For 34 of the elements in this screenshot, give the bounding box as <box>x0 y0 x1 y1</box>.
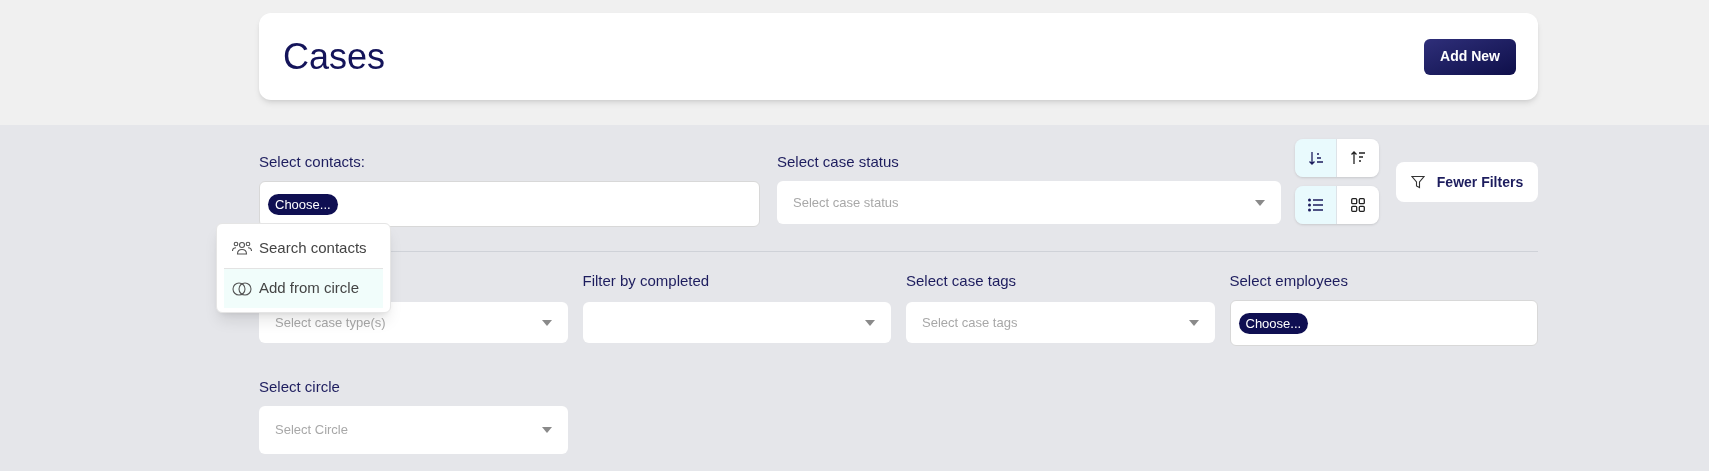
menu-item[interactable]: Add from circle <box>224 268 383 308</box>
choose-chip[interactable]: Choose... <box>268 193 338 215</box>
overlapping-circles-icon <box>232 280 252 297</box>
dropdown-caret-icon <box>1255 199 1265 206</box>
menu-item-label: Search contacts <box>259 237 367 258</box>
select-field[interactable] <box>582 302 891 343</box>
dropdown-caret-icon <box>865 319 875 326</box>
list-toggle-button[interactable] <box>1295 186 1337 224</box>
field-label: Select employees <box>1229 271 1349 290</box>
field-label: Select case tags <box>906 271 1018 290</box>
field-label: Select contacts: <box>259 152 366 171</box>
sort-desc-toggle-button[interactable] <box>1295 139 1337 177</box>
add-new-button[interactable]: Add New <box>1424 38 1516 75</box>
menu-item-label: Add from circle <box>259 278 360 299</box>
menu-item[interactable]: Search contacts <box>224 228 383 268</box>
field-label: Filter by completed <box>582 271 711 290</box>
employees-field[interactable]: Choose... <box>1229 300 1538 346</box>
grid-toggle-button[interactable] <box>1337 186 1379 224</box>
contacts-field[interactable]: Choose... <box>259 181 760 227</box>
sort-up-icon <box>1350 150 1366 166</box>
list-icon <box>1307 198 1324 212</box>
dropdown-caret-icon <box>541 319 552 326</box>
field-label: Select case status <box>777 152 900 171</box>
choose-chip[interactable]: Choose... <box>1238 312 1309 334</box>
sort-down-icon <box>1307 150 1324 166</box>
filter-icon <box>1410 175 1425 189</box>
fewer-filters-button[interactable]: Fewer Filters <box>1396 162 1538 202</box>
page-title: Cases <box>283 34 386 79</box>
grid-icon <box>1351 198 1365 212</box>
dropdown-caret-icon <box>1188 319 1199 326</box>
field-label: Select circle <box>259 377 341 396</box>
sort-asc-toggle-button[interactable] <box>1337 139 1379 177</box>
people-icon <box>232 240 252 256</box>
dropdown-caret-icon <box>542 427 552 433</box>
